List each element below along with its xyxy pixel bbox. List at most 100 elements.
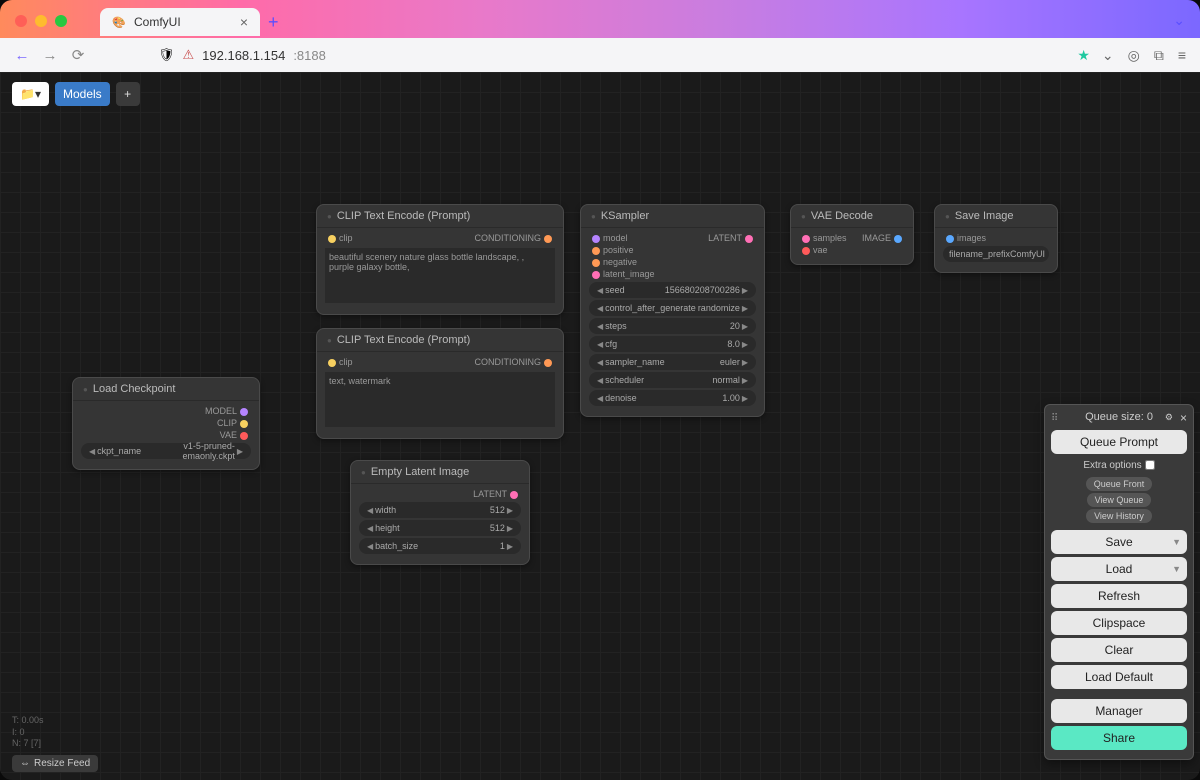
node-clip-encode-negative[interactable]: CLIP Text Encode (Prompt) clipCONDITIONI… xyxy=(316,328,564,439)
port-clip-icon[interactable] xyxy=(328,235,336,243)
models-button[interactable]: Models xyxy=(55,82,110,106)
view-queue-button[interactable]: View Queue xyxy=(1087,493,1152,507)
queue-size-label: Queue size: 0 xyxy=(1085,411,1153,423)
widget-filename-prefix[interactable]: filename_prefixComfyUI xyxy=(943,246,1049,262)
port-image-icon[interactable] xyxy=(894,235,902,243)
port-clip-icon[interactable] xyxy=(240,420,248,428)
node-save-image[interactable]: Save Image images filename_prefixComfyUI xyxy=(934,204,1058,273)
folder-menu-button[interactable]: 📁▾ xyxy=(12,82,49,106)
widget-height[interactable]: ◀height512▶ xyxy=(359,520,521,536)
control-panel[interactable]: ⠿ Queue size: 0 ⚙ × Queue Prompt Extra o… xyxy=(1044,404,1194,760)
extensions-icon[interactable]: ⧉ xyxy=(1154,47,1164,64)
shield-icon[interactable]: 🛡 xyxy=(158,47,175,63)
settings-gear-icon[interactable]: ⚙ xyxy=(1165,412,1173,423)
panel-drag-handle-icon[interactable]: ⠿ xyxy=(1051,413,1058,424)
widget-cfg[interactable]: ◀cfg8.0▶ xyxy=(589,336,756,352)
panel-close-icon[interactable]: × xyxy=(1180,411,1187,425)
stat-iterations: I: 0 xyxy=(12,727,44,739)
node-vae-decode[interactable]: VAE Decode samplesIMAGE vae xyxy=(790,204,914,265)
out-model: MODEL xyxy=(205,406,237,416)
port-model-icon[interactable] xyxy=(592,235,600,243)
dropdown-icon[interactable]: ▼ xyxy=(1172,564,1181,574)
refresh-button[interactable]: Refresh xyxy=(1051,584,1187,608)
port-latent-in-icon[interactable] xyxy=(592,271,600,279)
widget-batch-size[interactable]: ◀batch_size1▶ xyxy=(359,538,521,554)
chrome-dropdown-icon[interactable]: ⌄ xyxy=(1173,12,1185,29)
out-clip: CLIP xyxy=(217,418,237,428)
port-latent-icon[interactable] xyxy=(745,235,753,243)
dropdown-icon[interactable]: ▼ xyxy=(1172,537,1181,547)
manager-button[interactable]: Manager xyxy=(1051,699,1187,723)
nav-back-icon[interactable]: ← xyxy=(14,47,30,64)
prompt-textarea[interactable] xyxy=(325,372,555,427)
view-history-button[interactable]: View History xyxy=(1086,509,1152,523)
arrow-left-icon[interactable]: ◀ xyxy=(87,447,97,456)
extra-options-checkbox[interactable] xyxy=(1145,460,1155,470)
canvas-stats: T: 0.00s I: 0 N: 7 [7] xyxy=(12,715,44,750)
extra-options-row[interactable]: Extra options xyxy=(1051,457,1187,474)
port-model-icon[interactable] xyxy=(240,408,248,416)
arrow-right-icon[interactable]: ▶ xyxy=(235,447,245,456)
prompt-textarea[interactable] xyxy=(325,248,555,303)
pocket-icon[interactable]: ⌄ xyxy=(1102,47,1114,64)
port-samples-icon[interactable] xyxy=(802,235,810,243)
load-default-button[interactable]: Load Default xyxy=(1051,665,1187,689)
port-conditioning-icon[interactable] xyxy=(544,235,552,243)
widget-seed[interactable]: ◀seed156680208700286▶ xyxy=(589,282,756,298)
widget-control-after-generate[interactable]: ◀control_after_generaterandomize▶ xyxy=(589,300,756,316)
tab-close-icon[interactable]: × xyxy=(240,14,248,30)
add-node-button[interactable]: + xyxy=(116,82,140,106)
hamburger-icon[interactable]: ≡ xyxy=(1178,47,1186,64)
stat-time: T: 0.00s xyxy=(12,715,44,727)
share-button[interactable]: Share xyxy=(1051,726,1187,750)
node-clip-encode-positive[interactable]: CLIP Text Encode (Prompt) clipCONDITIONI… xyxy=(316,204,564,315)
window-close[interactable] xyxy=(15,15,27,27)
account-icon[interactable]: ◎ xyxy=(1128,47,1140,64)
widget-denoise[interactable]: ◀denoise1.00▶ xyxy=(589,390,756,406)
nav-reload-icon[interactable]: ⟳ xyxy=(70,46,86,64)
node-title: Load Checkpoint xyxy=(73,378,259,401)
save-button[interactable]: Save▼ xyxy=(1051,530,1187,554)
window-controls xyxy=(15,15,67,27)
new-tab-button[interactable]: + xyxy=(268,12,279,33)
resize-icon: ⇔ xyxy=(20,758,30,769)
port-positive-icon[interactable] xyxy=(592,247,600,255)
port-latent-icon[interactable] xyxy=(510,491,518,499)
port-vae-icon[interactable] xyxy=(240,432,248,440)
node-ksampler[interactable]: KSampler modelLATENT positive negative l… xyxy=(580,204,765,417)
node-title: VAE Decode xyxy=(791,205,913,228)
browser-tab[interactable]: 🎨 ComfyUI × xyxy=(100,8,260,36)
widget-steps[interactable]: ◀steps20▶ xyxy=(589,318,756,334)
bookmark-star-icon[interactable]: ★ xyxy=(1077,47,1090,64)
widget-sampler-name[interactable]: ◀sampler_nameeuler▶ xyxy=(589,354,756,370)
node-load-checkpoint[interactable]: Load Checkpoint MODEL CLIP VAE ◀ckpt_nam… xyxy=(72,377,260,470)
port-conditioning-icon[interactable] xyxy=(544,359,552,367)
address-bar: ← → ⟳ 🛡 ⚠ 192.168.1.154:8188 ★ ⌄ ◎ ⧉ ≡ xyxy=(0,38,1200,72)
tab-title: ComfyUI xyxy=(134,15,181,29)
port-images-icon[interactable] xyxy=(946,235,954,243)
widget-scheduler[interactable]: ◀schedulernormal▶ xyxy=(589,372,756,388)
widget-width[interactable]: ◀width512▶ xyxy=(359,502,521,518)
window-maximize[interactable] xyxy=(55,15,67,27)
resize-feed-button[interactable]: ⇔Resize Feed xyxy=(12,755,98,772)
lock-insecure-icon[interactable]: ⚠ xyxy=(183,47,195,63)
clipspace-button[interactable]: Clipspace xyxy=(1051,611,1187,635)
node-title: KSampler xyxy=(581,205,764,228)
load-button[interactable]: Load▼ xyxy=(1051,557,1187,581)
chrome-action-icons: ⌄ ◎ ⧉ ≡ xyxy=(1102,47,1186,64)
nav-forward-icon[interactable]: → xyxy=(42,47,58,64)
comfyui-canvas[interactable]: 📁▾ Models + Load Checkpoint MODEL CLIP V… xyxy=(0,72,1200,780)
queue-prompt-button[interactable]: Queue Prompt xyxy=(1051,430,1187,454)
url-bar[interactable]: 🛡 ⚠ 192.168.1.154:8188 xyxy=(158,47,1065,63)
window-minimize[interactable] xyxy=(35,15,47,27)
node-empty-latent[interactable]: Empty Latent Image LATENT ◀width512▶ ◀he… xyxy=(350,460,530,565)
tab-favicon-icon: 🎨 xyxy=(112,15,126,29)
queue-front-button[interactable]: Queue Front xyxy=(1086,477,1153,491)
port-vae-icon[interactable] xyxy=(802,247,810,255)
port-negative-icon[interactable] xyxy=(592,259,600,267)
port-clip-icon[interactable] xyxy=(328,359,336,367)
widget-ckpt-name[interactable]: ◀ckpt_namev1-5-pruned-emaonly.ckpt▶ xyxy=(81,443,251,459)
node-title: CLIP Text Encode (Prompt) xyxy=(317,329,563,352)
clear-button[interactable]: Clear xyxy=(1051,638,1187,662)
url-host: 192.168.1.154 xyxy=(202,48,285,63)
